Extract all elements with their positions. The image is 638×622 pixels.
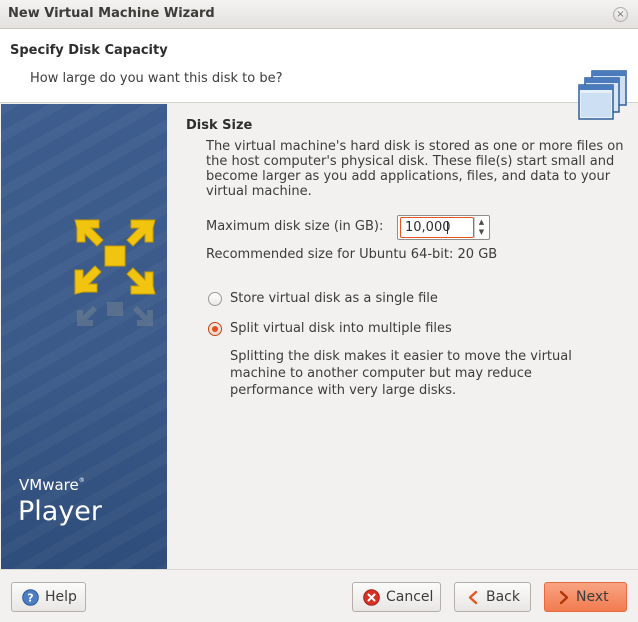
window-title: New Virtual Machine Wizard <box>8 6 215 21</box>
help-icon: ? <box>22 589 39 606</box>
cancel-label: Cancel <box>386 589 434 605</box>
sidebar-banner: VMware® Player <box>1 104 167 569</box>
brand-player: Player <box>18 496 103 527</box>
split-files-description: Splitting the disk makes it easier to mo… <box>230 349 572 398</box>
footer-divider <box>0 569 638 570</box>
chevron-left-icon <box>468 590 478 605</box>
single-file-radio[interactable] <box>208 292 222 306</box>
recommended-size-text: Recommended size for Ubuntu 64-bit: 20 G… <box>206 247 498 262</box>
svg-text:?: ? <box>27 592 33 605</box>
main-content: Disk Size The virtual machine's hard dis… <box>175 104 638 569</box>
page-title: Specify Disk Capacity <box>10 43 168 58</box>
spin-up-icon[interactable]: ▲ <box>475 217 488 227</box>
single-file-label[interactable]: Store virtual disk as a single file <box>230 291 438 306</box>
next-button[interactable]: Next <box>544 582 627 612</box>
max-disk-size-field[interactable]: 10,000 <box>400 217 474 238</box>
split-files-label[interactable]: Split virtual disk into multiple files <box>230 321 452 336</box>
spin-buttons[interactable]: ▲ ▼ <box>474 217 488 238</box>
back-button[interactable]: Back <box>454 582 531 612</box>
help-button[interactable]: ? Help <box>11 582 86 612</box>
page-subtitle: How large do you want this disk to be? <box>30 71 283 86</box>
wizard-header: Specify Disk Capacity How large do you w… <box>0 29 638 120</box>
help-label: Help <box>45 589 77 605</box>
chevron-right-icon <box>559 590 569 605</box>
text-caret <box>447 221 448 234</box>
cancel-icon <box>363 589 380 606</box>
section-title-disk-size: Disk Size <box>186 118 253 133</box>
brand-vmware: VMware® <box>19 476 85 494</box>
max-disk-size-spinbox[interactable]: 10,000 ▲ ▼ <box>397 215 490 240</box>
title-bar: New Virtual Machine Wizard × <box>0 0 638 29</box>
close-button[interactable]: × <box>613 7 628 22</box>
disk-size-description: The virtual machine's hard disk is store… <box>206 139 624 199</box>
close-icon: × <box>616 9 625 20</box>
vmware-logo-icon <box>74 219 156 326</box>
cancel-button[interactable]: Cancel <box>352 582 441 612</box>
max-disk-size-label: Maximum disk size (in GB): <box>206 219 384 234</box>
spin-down-icon[interactable]: ▼ <box>475 227 488 237</box>
split-files-radio[interactable] <box>208 322 222 336</box>
next-label: Next <box>576 589 609 605</box>
back-label: Back <box>486 589 520 605</box>
